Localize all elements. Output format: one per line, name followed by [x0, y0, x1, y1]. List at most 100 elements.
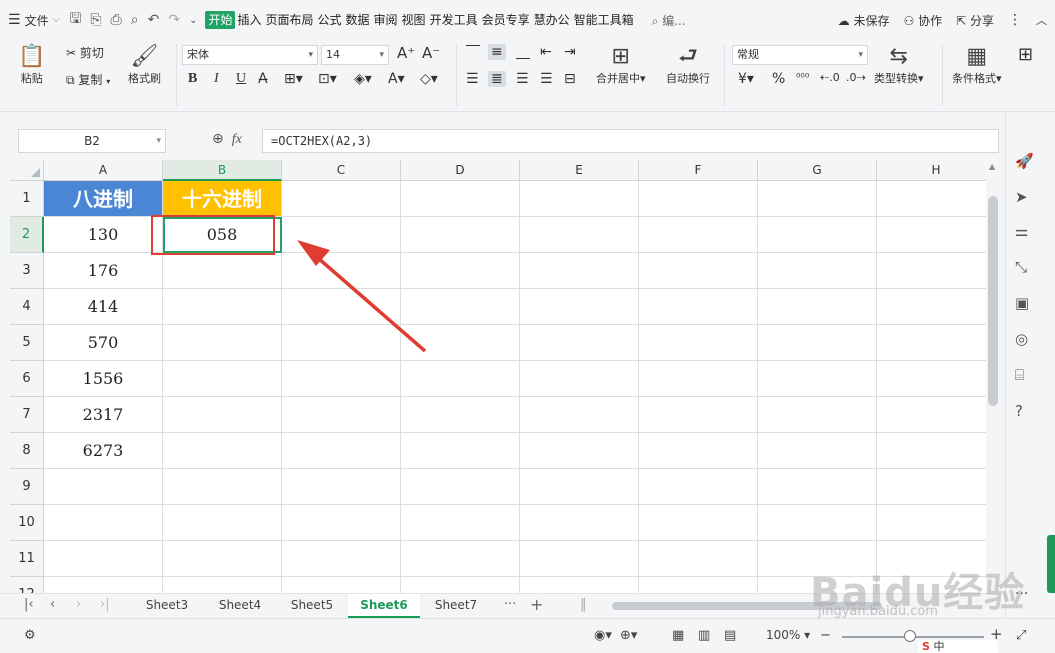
cell-b10[interactable] — [163, 505, 282, 541]
name-box[interactable]: B2 ▾ — [18, 129, 166, 153]
file-menu[interactable]: ☰ 文件 ⌵ — [8, 12, 59, 29]
cell-b12[interactable] — [163, 577, 282, 593]
cell-e9[interactable] — [520, 469, 639, 505]
row-header-7[interactable]: 7 — [10, 397, 44, 433]
cell-d6[interactable] — [401, 361, 520, 397]
zoom-level[interactable]: 100% ▾ — [766, 628, 810, 642]
cursor-icon[interactable]: ➤ — [1015, 188, 1028, 206]
row-header-3[interactable]: 3 — [10, 253, 44, 289]
paste-button[interactable]: 📋 粘贴 — [18, 44, 45, 86]
cell-a5[interactable]: 570 — [44, 325, 163, 361]
cell-d10[interactable] — [401, 505, 520, 541]
sheet-tab-sheet6[interactable]: Sheet6 — [348, 594, 420, 618]
first-sheet-icon[interactable]: |‹ — [24, 597, 34, 612]
cell-f8[interactable] — [639, 433, 758, 469]
strikethrough-icon[interactable]: A̶ — [258, 71, 268, 87]
formula-input[interactable]: =OCT2HEX(A2,3) — [262, 129, 999, 153]
cell-e10[interactable] — [520, 505, 639, 541]
zoom-slider-handle[interactable] — [904, 630, 916, 642]
help-icon[interactable]: ? — [1015, 402, 1023, 420]
collapse-ribbon-icon[interactable]: ︿ — [1036, 12, 1047, 28]
cell-a7[interactable]: 2317 — [44, 397, 163, 433]
border-icon[interactable]: ⊞▾ — [284, 71, 303, 87]
cell-d5[interactable] — [401, 325, 520, 361]
bold-button[interactable]: B — [188, 71, 197, 87]
percent-button[interactable]: % — [772, 71, 785, 87]
cell-h4[interactable] — [877, 289, 986, 325]
cell-c3[interactable] — [282, 253, 401, 289]
cell-b6[interactable] — [163, 361, 282, 397]
column-header-a[interactable]: A — [44, 160, 163, 181]
column-header-b[interactable]: B — [163, 160, 282, 181]
redo-icon[interactable]: ↷ — [168, 12, 180, 28]
cell-b7[interactable] — [163, 397, 282, 433]
cell-h3[interactable] — [877, 253, 986, 289]
cell-g12[interactable] — [758, 577, 877, 593]
print-icon[interactable]: ⎙ — [111, 12, 122, 28]
cell-b4[interactable] — [163, 289, 282, 325]
cell-e11[interactable] — [520, 541, 639, 577]
cell-f3[interactable] — [639, 253, 758, 289]
cell-h7[interactable] — [877, 397, 986, 433]
cell-f6[interactable] — [639, 361, 758, 397]
book-search-icon[interactable]: ⌸ — [1015, 366, 1024, 384]
cell-a3[interactable]: 176 — [44, 253, 163, 289]
italic-button[interactable]: I — [214, 71, 219, 87]
sliders-icon[interactable]: ⚌ — [1015, 222, 1028, 240]
cell-f1[interactable] — [639, 181, 758, 217]
decrease-font-icon[interactable]: A⁻ — [422, 44, 440, 62]
cell-e3[interactable] — [520, 253, 639, 289]
cell-d4[interactable] — [401, 289, 520, 325]
cell-e6[interactable] — [520, 361, 639, 397]
cell-f5[interactable] — [639, 325, 758, 361]
cell-h2[interactable] — [877, 217, 986, 253]
horizontal-scrollbar[interactable] — [598, 601, 976, 611]
sheet-tab-sheet5[interactable]: Sheet5 — [276, 594, 348, 618]
cell-d8[interactable] — [401, 433, 520, 469]
cell-g3[interactable] — [758, 253, 877, 289]
cell-d1[interactable] — [401, 181, 520, 217]
ime-toolbar[interactable]: S 中 — [918, 640, 998, 653]
sheet-tab-sheet7[interactable]: Sheet7 — [420, 594, 492, 618]
cell-f2[interactable] — [639, 217, 758, 253]
cell-d3[interactable] — [401, 253, 520, 289]
cell-h11[interactable] — [877, 541, 986, 577]
cut-button[interactable]: ✂ 剪切 — [66, 44, 104, 61]
align-bottom-icon[interactable]: ⎽ — [516, 44, 530, 60]
cell-b2[interactable]: 058 — [163, 217, 282, 253]
currency-button[interactable]: ¥▾ — [738, 71, 754, 87]
cell-a8[interactable]: 6273 — [44, 433, 163, 469]
cell-c9[interactable] — [282, 469, 401, 505]
last-sheet-icon[interactable]: ›| — [100, 597, 110, 612]
copy-button[interactable]: ⧉ 复制 ▾ — [66, 71, 110, 88]
cell-c10[interactable] — [282, 505, 401, 541]
save-icon[interactable]: 🖫 — [69, 8, 81, 32]
cell-e2[interactable] — [520, 217, 639, 253]
row-header-11[interactable]: 11 — [10, 541, 44, 577]
sheet-tab-sheet3[interactable]: Sheet3 — [130, 594, 204, 618]
normal-view-icon[interactable]: ▦ — [672, 628, 684, 643]
cell-c8[interactable] — [282, 433, 401, 469]
tab-developer[interactable]: 开发工具 — [428, 11, 480, 29]
side-tab[interactable] — [1047, 535, 1055, 593]
cell-h5[interactable] — [877, 325, 986, 361]
cell-a6[interactable]: 1556 — [44, 361, 163, 397]
cell-g8[interactable] — [758, 433, 877, 469]
horizontal-scroll-thumb[interactable] — [612, 602, 882, 610]
tab-smart-toolbox[interactable]: 智能工具箱 — [572, 11, 636, 29]
column-header-c[interactable]: C — [282, 160, 401, 181]
cell-a11[interactable] — [44, 541, 163, 577]
conditional-format-button[interactable]: ▦ 条件格式▾ — [952, 44, 1002, 86]
more-icon[interactable]: ··· — [1015, 586, 1028, 602]
wrap-text-button[interactable]: ⮐ 自动换行 — [666, 44, 710, 86]
cell-c12[interactable] — [282, 577, 401, 593]
fx-button[interactable]: fx — [232, 132, 242, 147]
eye-protection-icon[interactable]: ◉▾ — [594, 628, 612, 643]
image-icon[interactable]: ▣ — [1015, 294, 1029, 312]
increase-indent-icon[interactable]: ⇥ — [564, 44, 576, 60]
align-middle-icon[interactable]: ≡ — [488, 44, 506, 60]
cell-b9[interactable] — [163, 469, 282, 505]
page-break-view-icon[interactable]: ▤ — [724, 628, 736, 643]
cell-c7[interactable] — [282, 397, 401, 433]
splitter-handle[interactable]: ‖ — [580, 597, 587, 612]
